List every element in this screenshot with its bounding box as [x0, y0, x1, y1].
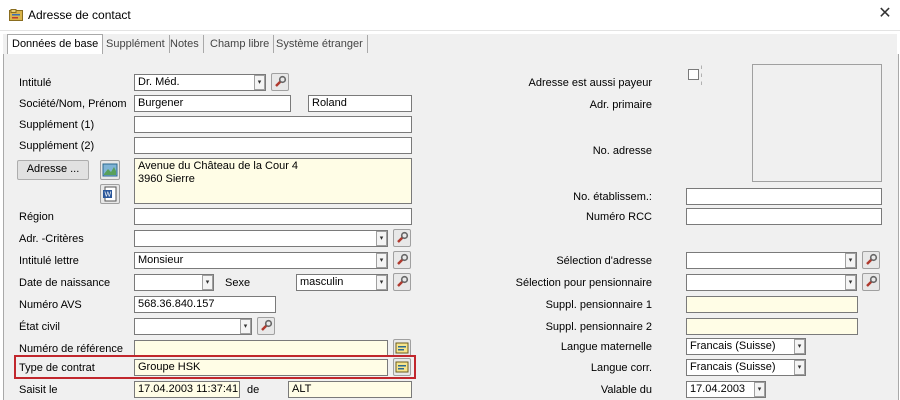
region-label: Région	[19, 211, 54, 223]
langue-corr-combo[interactable]: Francais (Suisse)	[686, 359, 806, 376]
prenom-field[interactable]: Roland	[308, 95, 412, 112]
suppl-pensionnaire2-field[interactable]	[686, 318, 858, 335]
intitule-lettre-combo[interactable]: Monsieur	[134, 252, 388, 269]
langue-corr-label: Langue corr.	[590, 362, 652, 374]
etat-civil-label: État civil	[19, 321, 60, 333]
intitule-lettre-wrench-icon[interactable]	[393, 251, 411, 269]
adr-criteres-combo[interactable]	[134, 230, 388, 247]
intitule-lettre-label: Intitulé lettre	[19, 255, 79, 267]
etat-civil-combo[interactable]	[134, 318, 252, 335]
saisi-le-date-field: 17.04.2003 11:37:41	[134, 381, 240, 398]
close-icon[interactable]: ✕	[876, 5, 894, 23]
suppl-pensionnaire1-label: Suppl. pensionnaire 1	[545, 299, 652, 311]
selection-pensionnaire-label: Sélection pour pensionnaire	[515, 277, 652, 289]
selection-adresse-label: Sélection d'adresse	[556, 255, 652, 267]
intitule-lettre-dropdown-button[interactable]: ▾	[376, 253, 387, 268]
intitule-dropdown-button[interactable]: ▾	[254, 75, 265, 90]
selection-pensionnaire-combo[interactable]	[686, 274, 857, 291]
adresse-memo[interactable]: Avenue du Château de la Cour 4 3960 Sier…	[134, 158, 412, 204]
sexe-dropdown-button[interactable]: ▾	[376, 275, 387, 290]
tab-donnees-de-base[interactable]: Données de base	[7, 34, 104, 56]
date-naissance-label: Date de naissance	[19, 277, 111, 289]
word-document-icon[interactable]: W	[100, 184, 120, 204]
numero-reference-label: Numéro de référence	[19, 343, 123, 355]
adr-criteres-wrench-icon[interactable]	[393, 229, 411, 247]
selection-adresse-wrench-icon[interactable]	[862, 251, 880, 269]
adresse-payeur-checkbox[interactable]	[688, 69, 699, 80]
supplement1-field[interactable]	[134, 116, 412, 133]
supplement1-label: Supplément (1)	[19, 119, 95, 131]
numero-rcc-field[interactable]	[686, 208, 882, 225]
selection-pensionnaire-dropdown-button[interactable]: ▾	[845, 275, 856, 290]
sexe-label: Sexe	[225, 277, 251, 289]
sexe-wrench-icon[interactable]	[393, 273, 411, 291]
intitule-combo[interactable]: Dr. Méd.	[134, 74, 266, 91]
tab-champ-libre[interactable]: Champ libre	[206, 35, 275, 53]
photo-placeholder[interactable]	[752, 64, 882, 182]
tri-state-indicator: iii	[701, 65, 703, 87]
adr-primaire-label: Adr. primaire	[589, 99, 652, 111]
nom-field[interactable]: Burgener	[134, 95, 291, 112]
no-etablissement-field[interactable]	[686, 188, 882, 205]
valable-du-dropdown-button[interactable]: ▾	[754, 382, 765, 397]
no-etablissement-label: No. établissem.:	[573, 191, 652, 203]
saisi-de-label: de	[247, 384, 260, 396]
adr-criteres-dropdown-button[interactable]: ▾	[376, 231, 387, 246]
suppl-pensionnaire2-label: Suppl. pensionnaire 2	[545, 321, 652, 333]
tab-supplement[interactable]: Supplément	[102, 35, 170, 53]
societe-label: Société/Nom, Prénom	[19, 98, 127, 110]
tab-systeme-etranger[interactable]: Système étranger	[272, 35, 368, 53]
tab-notes[interactable]: Notes	[166, 35, 204, 53]
region-field[interactable]	[134, 208, 412, 225]
adr-criteres-label: Adr. -Critères	[19, 233, 84, 245]
langue-maternelle-dropdown-button[interactable]: ▾	[794, 339, 805, 354]
supplement2-label: Supplément (2)	[19, 140, 95, 152]
numero-rcc-label: Numéro RCC	[585, 211, 652, 223]
etat-civil-wrench-icon[interactable]	[257, 317, 275, 335]
adresse-payeur-label: Adresse est aussi payeur	[528, 77, 652, 89]
langue-maternelle-label: Langue maternelle	[560, 341, 652, 353]
address-book-icon	[9, 9, 23, 21]
etat-civil-dropdown-button[interactable]: ▾	[240, 319, 251, 334]
window-title: Adresse de contact	[28, 8, 131, 22]
selection-adresse-combo[interactable]	[686, 252, 857, 269]
selection-pensionnaire-wrench-icon[interactable]	[862, 273, 880, 291]
title-bar: Adresse de contact ✕	[0, 0, 900, 31]
selection-adresse-dropdown-button[interactable]: ▾	[845, 253, 856, 268]
saisi-le-label: Saisit le	[19, 384, 58, 396]
type-contrat-field[interactable]: Groupe HSK	[134, 359, 388, 376]
map-icon[interactable]	[100, 160, 120, 180]
intitule-label: Intitulé	[19, 77, 52, 89]
suppl-pensionnaire1-field[interactable]	[686, 296, 858, 313]
supplement2-field[interactable]	[134, 137, 412, 154]
type-contrat-lookup-icon[interactable]	[393, 358, 411, 376]
adresse-button[interactable]: Adresse ...	[17, 160, 89, 180]
langue-maternelle-combo[interactable]: Francais (Suisse)	[686, 338, 806, 355]
svg-text:W: W	[105, 192, 112, 199]
intitule-wrench-icon[interactable]	[271, 73, 289, 91]
saisi-user-field: ALT	[288, 381, 412, 398]
langue-corr-dropdown-button[interactable]: ▾	[794, 360, 805, 375]
type-contrat-label: Type de contrat	[19, 362, 95, 374]
numero-avs-field[interactable]: 568.36.840.157	[134, 296, 276, 313]
valable-du-label: Valable du	[600, 384, 652, 396]
numero-avs-label: Numéro AVS	[19, 299, 82, 311]
sexe-combo[interactable]: masculin	[296, 274, 388, 291]
date-naissance-dropdown-button[interactable]: ▾	[202, 275, 213, 290]
no-adresse-label: No. adresse	[592, 145, 652, 157]
